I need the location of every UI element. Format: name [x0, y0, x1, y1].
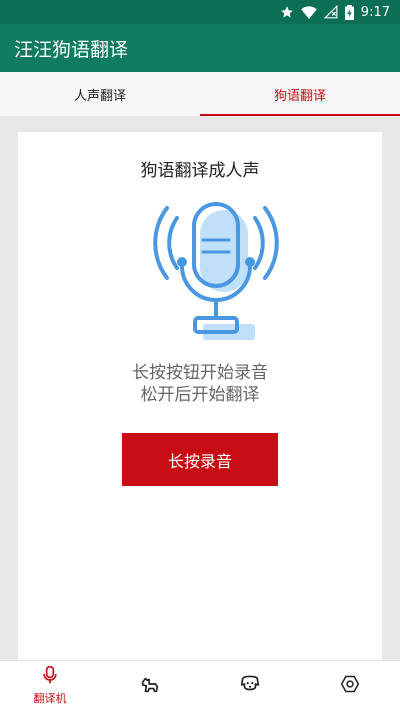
tab-label: 狗语翻译	[273, 88, 326, 104]
signal-icon	[323, 5, 338, 19]
translate-card: 狗语翻译成人声 长按按钮开始录音 松开后开始翻译 长按录音	[18, 132, 382, 662]
tab-human-translate[interactable]: 人声翻译	[0, 72, 200, 116]
nav-dog-face[interactable]	[200, 661, 300, 710]
microphone-icon	[40, 665, 60, 689]
wifi-icon	[300, 5, 317, 19]
tab-dog-translate[interactable]: 狗语翻译	[200, 72, 400, 116]
battery-icon	[344, 4, 354, 20]
bottom-nav: 翻译机	[0, 660, 400, 710]
instructions: 长按按钮开始录音 松开后开始翻译	[18, 362, 382, 406]
tab-label: 人声翻译	[73, 88, 126, 104]
card-title: 狗语翻译成人声	[140, 161, 260, 181]
instruction-line-1: 长按按钮开始录音	[132, 363, 268, 383]
star-icon	[280, 5, 294, 19]
nav-label: 翻译机	[33, 692, 67, 705]
hold-to-record-button[interactable]: 长按录音	[122, 433, 278, 486]
nav-dog[interactable]	[100, 661, 200, 710]
dog-face-icon	[239, 673, 261, 699]
nav-translator[interactable]: 翻译机	[0, 661, 100, 710]
microphone-icon	[151, 196, 281, 342]
app-title: 汪汪狗语翻译	[14, 38, 129, 61]
dog-icon	[139, 673, 161, 699]
status-time: 9:17	[360, 4, 390, 20]
settings-icon	[340, 674, 360, 698]
status-bar: 9:17	[0, 0, 400, 24]
nav-settings[interactable]	[300, 661, 400, 710]
instruction-line-2: 松开后开始翻译	[140, 385, 260, 405]
tab-bar: 人声翻译 狗语翻译	[0, 72, 400, 116]
app-bar: 汪汪狗语翻译	[0, 24, 400, 72]
